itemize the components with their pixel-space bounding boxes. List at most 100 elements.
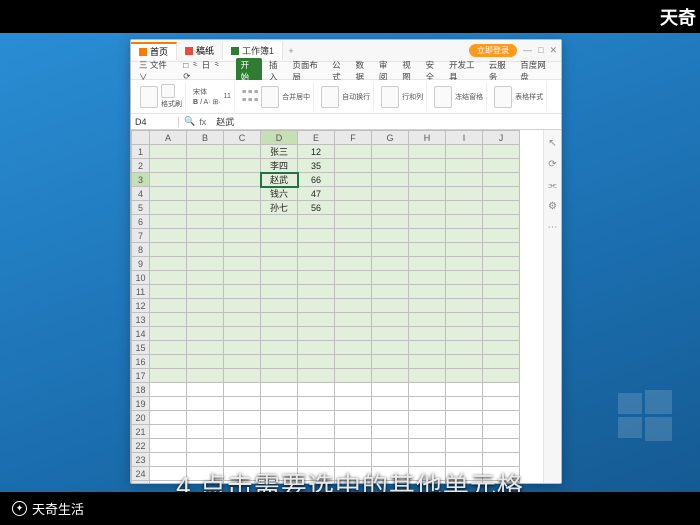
cell-H6[interactable] — [409, 215, 446, 229]
cell-G17[interactable] — [372, 369, 409, 383]
cell-E19[interactable] — [298, 397, 335, 411]
tablefmt-icon[interactable] — [494, 86, 512, 108]
freeze-icon[interactable] — [434, 86, 452, 108]
cell-E22[interactable] — [298, 439, 335, 453]
cell-F8[interactable] — [335, 243, 372, 257]
cell-F16[interactable] — [335, 355, 372, 369]
cell-H11[interactable] — [409, 285, 446, 299]
cell-B22[interactable] — [187, 439, 224, 453]
cell-I17[interactable] — [446, 369, 483, 383]
cell-B9[interactable] — [187, 257, 224, 271]
cell-F9[interactable] — [335, 257, 372, 271]
cell-B12[interactable] — [187, 299, 224, 313]
cell-C12[interactable] — [224, 299, 261, 313]
cell-C21[interactable] — [224, 425, 261, 439]
cell-H5[interactable] — [409, 201, 446, 215]
menu-item-0[interactable]: 三 文件 ∨ — [139, 59, 176, 83]
cell-I8[interactable] — [446, 243, 483, 257]
cell-D2[interactable]: 李四 — [261, 159, 298, 173]
select-all-corner[interactable] — [132, 131, 150, 145]
cell-I21[interactable] — [446, 425, 483, 439]
cell-C17[interactable] — [224, 369, 261, 383]
cell-B13[interactable] — [187, 313, 224, 327]
cell-F23[interactable] — [335, 453, 372, 467]
cell-C5[interactable] — [224, 201, 261, 215]
cell-C2[interactable] — [224, 159, 261, 173]
cell-E3[interactable]: 66 — [298, 173, 335, 187]
cell-D20[interactable] — [261, 411, 298, 425]
cell-E5[interactable]: 56 — [298, 201, 335, 215]
cell-G1[interactable] — [372, 145, 409, 159]
rowcol-icon[interactable] — [381, 86, 399, 108]
cell-F18[interactable] — [335, 383, 372, 397]
cell-B3[interactable] — [187, 173, 224, 187]
cell-B18[interactable] — [187, 383, 224, 397]
font-name[interactable]: 宋体 — [193, 87, 221, 97]
cell-A7[interactable] — [150, 229, 187, 243]
cell-E4[interactable]: 47 — [298, 187, 335, 201]
cell-H22[interactable] — [409, 439, 446, 453]
cell-A10[interactable] — [150, 271, 187, 285]
row-header-12[interactable]: 12 — [132, 299, 150, 313]
cell-E23[interactable] — [298, 453, 335, 467]
menu-item-12[interactable]: 百度网盘 — [520, 59, 553, 83]
cell-H3[interactable] — [409, 173, 446, 187]
search-icon[interactable]: 🔍 — [184, 116, 195, 127]
cell-C20[interactable] — [224, 411, 261, 425]
cell-C16[interactable] — [224, 355, 261, 369]
cell-D11[interactable] — [261, 285, 298, 299]
row-header-11[interactable]: 11 — [132, 285, 150, 299]
close-button[interactable]: ✕ — [549, 45, 557, 56]
cell-I6[interactable] — [446, 215, 483, 229]
cell-B8[interactable] — [187, 243, 224, 257]
cell-E9[interactable] — [298, 257, 335, 271]
cell-J14[interactable] — [483, 327, 520, 341]
cell-D15[interactable] — [261, 341, 298, 355]
cell-A17[interactable] — [150, 369, 187, 383]
cell-E7[interactable] — [298, 229, 335, 243]
menu-item-11[interactable]: 云服务 — [489, 59, 514, 83]
side-cloud-icon[interactable]: ⟳ — [548, 159, 556, 170]
cell-C10[interactable] — [224, 271, 261, 285]
row-header-18[interactable]: 18 — [132, 383, 150, 397]
cell-D18[interactable] — [261, 383, 298, 397]
menu-item-6[interactable]: 数据 — [356, 59, 372, 83]
cell-E12[interactable] — [298, 299, 335, 313]
sheet-scroll[interactable]: ABCDEFGHIJ1张三122李四353赵武664钱六475孙七5667891… — [131, 130, 543, 483]
italic-button[interactable]: I — [200, 99, 202, 106]
row-header-20[interactable]: 20 — [132, 411, 150, 425]
cell-A13[interactable] — [150, 313, 187, 327]
cell-G19[interactable] — [372, 397, 409, 411]
cell-J20[interactable] — [483, 411, 520, 425]
cell-I23[interactable] — [446, 453, 483, 467]
cell-F19[interactable] — [335, 397, 372, 411]
cell-F12[interactable] — [335, 299, 372, 313]
cell-F22[interactable] — [335, 439, 372, 453]
cell-H17[interactable] — [409, 369, 446, 383]
cell-I19[interactable] — [446, 397, 483, 411]
cell-J9[interactable] — [483, 257, 520, 271]
cell-I4[interactable] — [446, 187, 483, 201]
cell-D19[interactable] — [261, 397, 298, 411]
menu-item-10[interactable]: 开发工具 — [449, 59, 482, 83]
row-header-22[interactable]: 22 — [132, 439, 150, 453]
col-header-B[interactable]: B — [187, 131, 224, 145]
cell-J5[interactable] — [483, 201, 520, 215]
cell-F14[interactable] — [335, 327, 372, 341]
menu-item-9[interactable]: 安全 — [426, 59, 442, 83]
bold-button[interactable]: B — [193, 99, 198, 106]
cell-F17[interactable] — [335, 369, 372, 383]
cell-I13[interactable] — [446, 313, 483, 327]
cell-A5[interactable] — [150, 201, 187, 215]
cell-A3[interactable] — [150, 173, 187, 187]
cell-D13[interactable] — [261, 313, 298, 327]
tab-doc[interactable]: 稿纸 — [177, 42, 223, 60]
cell-E2[interactable]: 35 — [298, 159, 335, 173]
cell-F3[interactable] — [335, 173, 372, 187]
cell-E14[interactable] — [298, 327, 335, 341]
cell-H2[interactable] — [409, 159, 446, 173]
cell-B10[interactable] — [187, 271, 224, 285]
col-header-J[interactable]: J — [483, 131, 520, 145]
cell-D16[interactable] — [261, 355, 298, 369]
cell-A20[interactable] — [150, 411, 187, 425]
